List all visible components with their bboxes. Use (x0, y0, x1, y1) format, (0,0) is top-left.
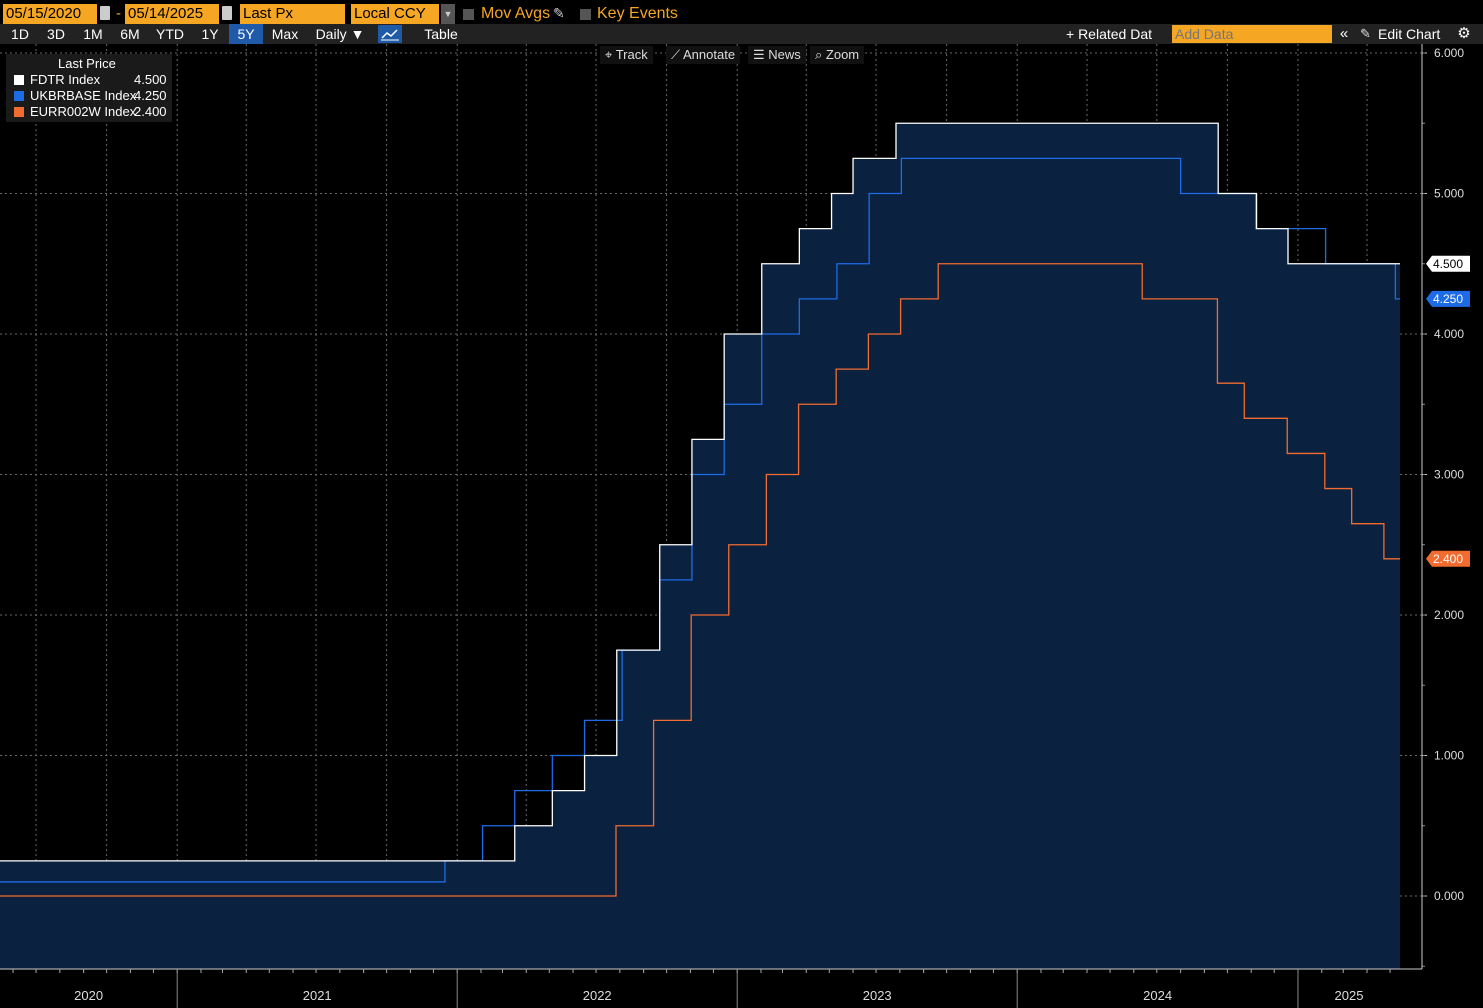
start-date-field[interactable]: 05/15/2020 (3, 4, 97, 24)
y-tick-label: 6.000 (1434, 46, 1464, 60)
legend-name-eurr002w: EURR002W Index (30, 104, 137, 119)
x-tick-label: 2025 (1335, 988, 1364, 1003)
period-1d[interactable]: 1D (6, 24, 34, 44)
calendar-icon[interactable] (100, 6, 110, 20)
collapse-icon[interactable]: « (1334, 24, 1354, 44)
add-data-input[interactable] (1172, 25, 1332, 43)
period-3d[interactable]: 3D (42, 24, 70, 44)
annotate-label: Annotate (683, 47, 736, 62)
date-separator: - (116, 5, 121, 22)
field-selector[interactable]: Last Px (240, 4, 345, 24)
period-6m[interactable]: 6M (115, 24, 145, 44)
period-max[interactable]: Max (268, 24, 302, 44)
x-axis-band (0, 969, 1483, 1008)
legend-name-ukbrbase: UKBRBASE Index (30, 88, 137, 103)
svg-text:4.250: 4.250 (1433, 292, 1463, 306)
last-value-tag-ukbrbase: 4.250 (1426, 290, 1470, 307)
key-events-label[interactable]: Key Events (597, 4, 678, 24)
mov-avgs-checkbox[interactable] (463, 9, 474, 20)
calendar-icon[interactable] (222, 6, 232, 20)
legend-name-fdtr: FDTR Index (30, 72, 101, 87)
last-value-tag-eurr002w: 2.400 (1426, 550, 1470, 567)
line-chart-icon[interactable] (378, 25, 402, 43)
pencil-icon[interactable]: ✎ (553, 5, 565, 22)
legend-swatch-fdtr (14, 75, 24, 85)
x-tick-label: 2022 (583, 988, 612, 1003)
gear-icon[interactable]: ⚙ (1454, 24, 1474, 44)
svg-text:2.400: 2.400 (1433, 552, 1463, 566)
related-data-button[interactable]: + Related Dat (1066, 24, 1166, 44)
legend-value-eurr002w: 2.400 (134, 104, 167, 119)
legend: Last Price FDTR Index 4.500 UKBRBASE Ind… (6, 54, 172, 122)
x-tick-label: 2020 (74, 988, 103, 1003)
legend-swatch-ukbrbase (14, 91, 24, 101)
x-tick-label: 2023 (863, 988, 892, 1003)
key-events-checkbox[interactable] (580, 9, 591, 20)
chart-area[interactable]: 0.000 1.000 2.000 3.000 4.000 5.000 6.000 2020 2… (0, 44, 1483, 1008)
y-tick-label: 2.000 (1434, 608, 1464, 622)
legend-value-ukbrbase: 4.250 (134, 88, 167, 103)
track-tool[interactable]: ⌖ Track (600, 46, 653, 64)
x-tick-label: 2021 (303, 988, 332, 1003)
legend-value-fdtr: 4.500 (134, 72, 167, 87)
y-tick-label: 5.000 (1434, 187, 1464, 201)
table-button[interactable]: Table (415, 24, 467, 44)
zoom-label: Zoom (825, 47, 860, 62)
y-tick-label: 1.000 (1434, 749, 1464, 763)
x-tick-label: 2024 (1143, 988, 1172, 1003)
period-1y[interactable]: 1Y (196, 24, 224, 44)
y-tick-label: 3.000 (1434, 468, 1464, 482)
frequency-selector[interactable]: Daily ▼ (310, 24, 370, 44)
currency-selector[interactable]: Local CCY (351, 4, 439, 24)
period-1m[interactable]: 1M (78, 24, 108, 44)
last-value-tag-fdtr: 4.500 (1426, 255, 1470, 272)
svg-text:4.500: 4.500 (1433, 257, 1463, 271)
period-ytd[interactable]: YTD (152, 24, 188, 44)
news-tool[interactable]: ☰ News (748, 46, 806, 64)
period-5y[interactable]: 5Y (229, 24, 263, 44)
end-date-field[interactable]: 05/14/2025 (125, 4, 219, 24)
news-label: News (768, 47, 801, 62)
y-tick-label: 0.000 (1434, 889, 1464, 903)
chevron-down-icon[interactable]: ▼ (441, 4, 455, 24)
track-label: Track (615, 47, 648, 62)
legend-title: Last Price (58, 56, 116, 71)
mov-avgs-label[interactable]: Mov Avgs (481, 4, 550, 24)
y-tick-label: 4.000 (1434, 327, 1464, 341)
pencil-icon[interactable]: ✎ (1360, 26, 1371, 42)
edit-chart-button[interactable]: Edit Chart (1378, 24, 1452, 44)
zoom-tool[interactable]: ⌕ Zoom (810, 46, 865, 64)
annotate-tool[interactable]: ⟋ Annotate (666, 46, 741, 64)
legend-swatch-eurr002w (14, 107, 24, 117)
